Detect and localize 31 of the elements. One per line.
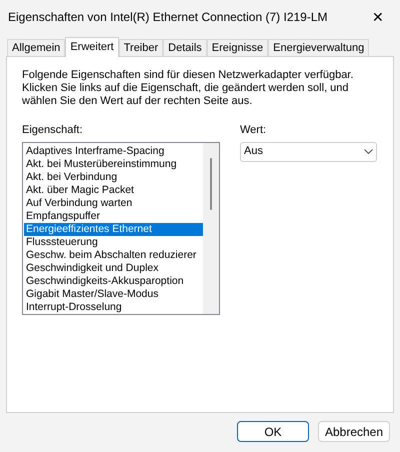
- property-item[interactable]: Akt. über Magic Packet: [24, 184, 203, 196]
- property-item[interactable]: Adaptives Interframe-Spacing: [24, 144, 203, 158]
- value-label: Wert:: [240, 123, 268, 138]
- tab[interactable]: Ereignisse: [206, 39, 268, 56]
- property-item[interactable]: Empfangspuffer: [24, 210, 203, 222]
- property-item[interactable]: Geschw. beim Abschalten reduzierer: [24, 248, 203, 262]
- property-item[interactable]: Akt. bei Verbindung: [24, 170, 203, 184]
- property-item[interactable]: Auf Verbindung warten: [24, 196, 203, 210]
- scrollbar[interactable]: [203, 142, 219, 314]
- chevron-down-icon: [364, 149, 373, 154]
- tab[interactable]: Details: [163, 39, 207, 56]
- property-item[interactable]: Interrupt-Drosselung: [24, 300, 203, 314]
- property-item[interactable]: Geschwindigkeit und Duplex: [24, 262, 203, 274]
- scrollbar-thumb[interactable]: [210, 158, 212, 210]
- property-item[interactable]: Gigabit Master/Slave-Modus: [24, 288, 203, 300]
- tab[interactable]: Treiber: [118, 39, 164, 56]
- tab[interactable]: Erweitert: [65, 37, 119, 57]
- tab[interactable]: Allgemein: [7, 39, 66, 56]
- property-item[interactable]: Flusssteuerung: [24, 236, 203, 248]
- close-button[interactable]: ✕: [366, 5, 390, 29]
- property-item[interactable]: Akt. bei Musterübereinstimmung: [24, 158, 203, 170]
- property-item[interactable]: Energieeffizientes Ethernet: [24, 222, 203, 236]
- ok-button[interactable]: OK: [237, 421, 309, 442]
- value-dropdown[interactable]: Aus: [240, 142, 377, 162]
- property-item[interactable]: Geschwindigkeits-Akkusparoption: [24, 274, 203, 288]
- cancel-button[interactable]: Abbrechen: [318, 421, 390, 442]
- window-title: Eigenschaften von Intel(R) Ethernet Connection (7) I219-LM: [8, 9, 328, 26]
- property-label: Eigenschaft:: [22, 123, 84, 138]
- description-text: Folgende Eigenschaften sind für diesen Netzwerkadapter verfügbar. Klicken Sie links auf die Eigenschaft, die geändert werden soll, und wählen Sie den Wert auf der rechten Seite aus.: [22, 69, 354, 108]
- tab[interactable]: Energieverwaltung: [268, 39, 370, 56]
- property-list[interactable]: [22, 142, 220, 314]
